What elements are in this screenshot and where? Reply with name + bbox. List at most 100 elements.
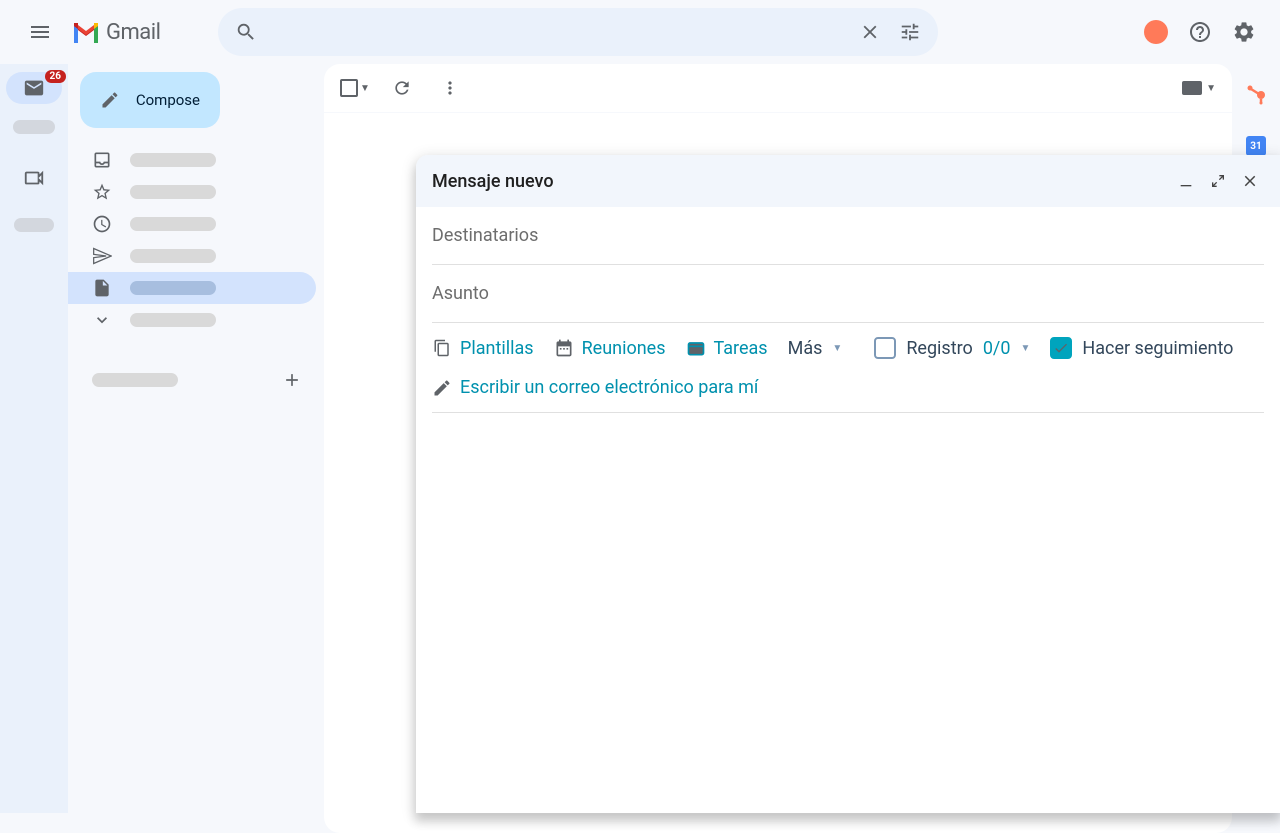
help-button[interactable] [1180, 12, 1220, 52]
refresh-icon [392, 78, 412, 98]
toolbar-right: ▼ [1182, 81, 1216, 95]
mail-badge: 26 [45, 70, 66, 83]
keyboard-icon [1182, 81, 1202, 95]
nav-label-placeholder [130, 153, 216, 167]
nav-more[interactable] [68, 304, 316, 336]
search-bar[interactable] [218, 8, 938, 56]
header-actions [1136, 12, 1272, 52]
help-icon [1188, 20, 1212, 44]
calendar-small-icon [554, 338, 574, 358]
search-button[interactable] [226, 12, 266, 52]
add-label-button[interactable] [280, 368, 304, 392]
nav-items [68, 144, 324, 336]
tasks-button[interactable]: Tareas [686, 338, 768, 359]
refresh-button[interactable] [386, 72, 418, 104]
settings-button[interactable] [1224, 12, 1264, 52]
search-input[interactable] [266, 23, 850, 42]
track-group[interactable]: Hacer seguimiento [1050, 337, 1233, 359]
caret-down-icon: ▼ [360, 83, 370, 94]
gmail-text: Gmail [106, 20, 160, 45]
clock-icon [92, 214, 112, 234]
nav-label-placeholder [130, 281, 216, 295]
chevron-down-icon [92, 310, 112, 330]
log-group[interactable]: Registro 0/0 ▼ [874, 337, 1030, 359]
nav-drafts[interactable] [68, 272, 316, 304]
recipients-placeholder: Destinatarios [432, 225, 538, 246]
recipients-field[interactable]: Destinatarios [432, 207, 1264, 265]
compose-body: Destinatarios Asunto Plantillas Reunione… [416, 207, 1280, 413]
minimize-icon [1178, 173, 1194, 189]
caret-down-icon: ▼ [832, 343, 842, 354]
hubspot-icon [1244, 82, 1268, 106]
compose-window: Mensaje nuevo Destinatarios Asunto Plant… [416, 155, 1280, 813]
check-icon [1053, 340, 1069, 356]
log-label: Registro [906, 338, 973, 359]
close-button[interactable] [1236, 167, 1264, 195]
compose-button[interactable]: Compose [80, 72, 220, 128]
more-vert-icon [440, 78, 460, 98]
tasks-icon [686, 338, 706, 358]
select-all-combo[interactable]: ▼ [340, 79, 370, 97]
rail-placeholder [13, 120, 55, 134]
video-icon [23, 167, 45, 189]
tune-icon [899, 21, 921, 43]
nav-sent[interactable] [68, 240, 316, 272]
log-count: 0/0 [983, 338, 1011, 359]
expand-icon [1210, 173, 1226, 189]
search-options-button[interactable] [890, 12, 930, 52]
close-icon [1241, 172, 1259, 190]
nav-label-placeholder [130, 185, 216, 199]
minimize-button[interactable] [1172, 167, 1200, 195]
hubspot-indicator[interactable] [1136, 12, 1176, 52]
file-icon [92, 278, 112, 298]
calendar-icon: 31 [1246, 136, 1266, 156]
fullscreen-button[interactable] [1204, 167, 1232, 195]
nav-label-placeholder [130, 313, 216, 327]
compose-header[interactable]: Mensaje nuevo [416, 155, 1280, 207]
nav-label-placeholder [130, 249, 216, 263]
input-method-button[interactable]: ▼ [1182, 81, 1216, 95]
templates-button[interactable]: Plantillas [432, 338, 534, 359]
subject-field[interactable]: Asunto [432, 265, 1264, 323]
gmail-logo[interactable]: Gmail [72, 20, 160, 45]
inbox-icon [92, 150, 112, 170]
header: Gmail [0, 0, 1280, 64]
star-icon [92, 182, 112, 202]
pencil-icon [100, 88, 120, 112]
section-label-placeholder [92, 373, 178, 387]
main-menu-button[interactable] [16, 8, 64, 56]
templates-icon [432, 338, 452, 358]
send-icon [92, 246, 112, 266]
gmail-icon [72, 21, 100, 43]
more-button[interactable] [434, 72, 466, 104]
compose-label: Compose [136, 91, 200, 109]
nav-snoozed[interactable] [68, 208, 316, 240]
nav-starred[interactable] [68, 176, 316, 208]
log-checkbox[interactable] [874, 337, 896, 359]
mail-icon [23, 77, 45, 99]
rail-mail[interactable]: 26 [6, 72, 62, 104]
toolbar-left: ▼ [340, 72, 466, 104]
rail-hubspot[interactable] [1242, 80, 1270, 108]
sidebar: Compose [68, 64, 324, 813]
compose-controls [1172, 167, 1264, 195]
caret-down-icon: ▼ [1020, 343, 1030, 354]
meetings-button[interactable]: Reuniones [554, 338, 666, 359]
labels-section [68, 368, 324, 392]
hamburger-icon [28, 20, 52, 44]
hubspot-badge-icon [1144, 20, 1168, 44]
left-rail: 26 [0, 64, 68, 813]
caret-down-icon: ▼ [1206, 83, 1216, 94]
edit-icon [432, 378, 452, 398]
clear-search-button[interactable] [850, 12, 890, 52]
write-email-button[interactable]: Escribir un correo electrónico para mí [432, 377, 1264, 398]
search-icon [235, 21, 257, 43]
close-icon [859, 21, 881, 43]
nav-inbox[interactable] [68, 144, 316, 176]
right-rail: 31 [1232, 64, 1280, 160]
plus-icon [282, 370, 302, 390]
mail-toolbar: ▼ ▼ [324, 64, 1232, 112]
rail-meet[interactable] [10, 154, 58, 202]
more-dropdown[interactable]: Más ▼ [788, 338, 843, 359]
track-checkbox[interactable] [1050, 337, 1072, 359]
